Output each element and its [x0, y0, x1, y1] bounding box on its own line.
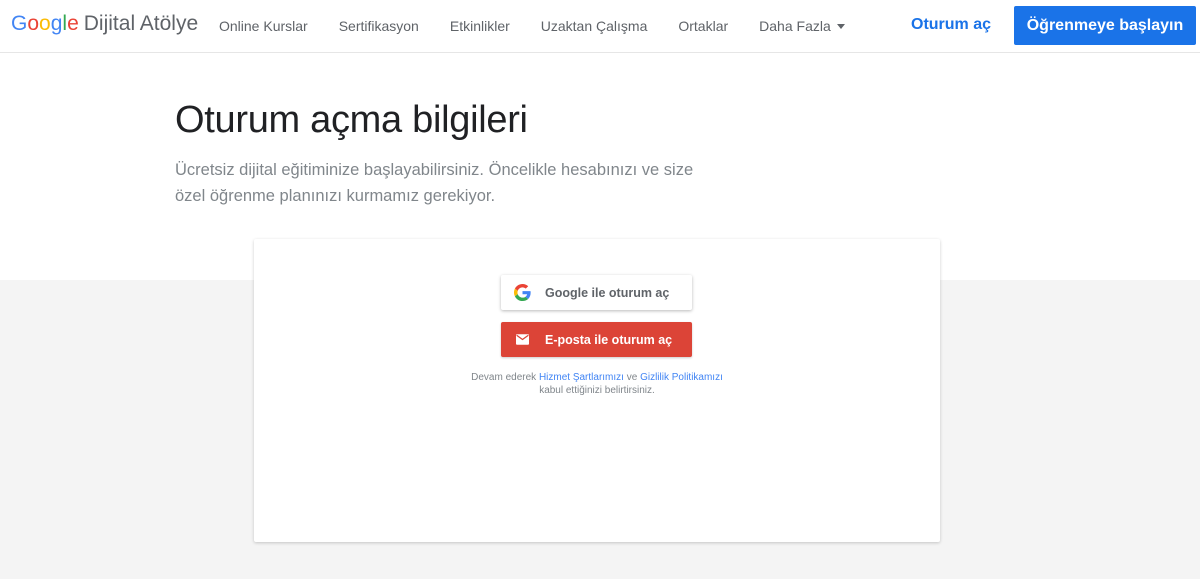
- page-subtitle: Ücretsiz dijital eğitiminize başlayabili…: [175, 161, 694, 205]
- email-signin-label: E-posta ile oturum aç: [545, 332, 673, 347]
- mail-icon: [516, 334, 529, 345]
- privacy-policy-link[interactable]: Gizlilik Politikamızı: [640, 372, 723, 383]
- page-title: Oturum açma bilgileri: [175, 99, 528, 141]
- top-header: Google Dijital Atölye Online Kurslar Ser…: [0, 0, 1200, 53]
- google-signin-label: Google ile oturum aç: [545, 285, 670, 300]
- caret-down-icon: [836, 24, 845, 29]
- nav-certification[interactable]: Sertifikasyon: [339, 18, 419, 34]
- google-letter: o: [39, 12, 51, 35]
- terms-of-service-link[interactable]: Hizmet Şartlarımızı: [539, 372, 624, 383]
- google-letter: g: [50, 12, 63, 35]
- main-nav: Online Kurslar Sertifikasyon Etkinlikler…: [219, 0, 876, 52]
- nav-more-label: Daha Fazla: [759, 18, 831, 34]
- start-learning-button[interactable]: Öğrenmeye başlayın: [1014, 6, 1196, 45]
- nav-online-courses[interactable]: Online Kurslar: [219, 18, 308, 34]
- terms-notice: Devam ederek Hizmet Şartlarımızı ve Gizl…: [447, 371, 747, 397]
- terms-prefix: Devam ederek: [471, 372, 539, 383]
- nav-partners[interactable]: Ortaklar: [678, 18, 728, 34]
- product-name: Dijital Atölye: [83, 12, 199, 35]
- email-signin-button[interactable]: E-posta ile oturum aç: [501, 322, 692, 357]
- google-letter: G: [11, 12, 28, 35]
- google-signin-button[interactable]: Google ile oturum aç: [501, 275, 692, 310]
- terms-middle: ve: [623, 372, 641, 383]
- google-wordmark: Google: [11, 12, 79, 36]
- nav-more-dropdown[interactable]: Daha Fazla: [759, 18, 845, 34]
- nav-remote-work[interactable]: Uzaktan Çalışma: [541, 18, 648, 34]
- terms-suffix: kabul ettiğinizi belirtirsiniz.: [539, 385, 655, 396]
- nav-events[interactable]: Etkinlikler: [450, 18, 510, 34]
- google-letter: e: [67, 12, 79, 35]
- signin-link[interactable]: Oturum aç: [911, 16, 991, 34]
- signin-card: Google ile oturum aç E-posta ile oturum …: [254, 239, 940, 542]
- google-g-icon: [514, 284, 531, 301]
- google-letter: o: [27, 12, 40, 35]
- site-logo[interactable]: Google Dijital Atölye: [11, 12, 198, 40]
